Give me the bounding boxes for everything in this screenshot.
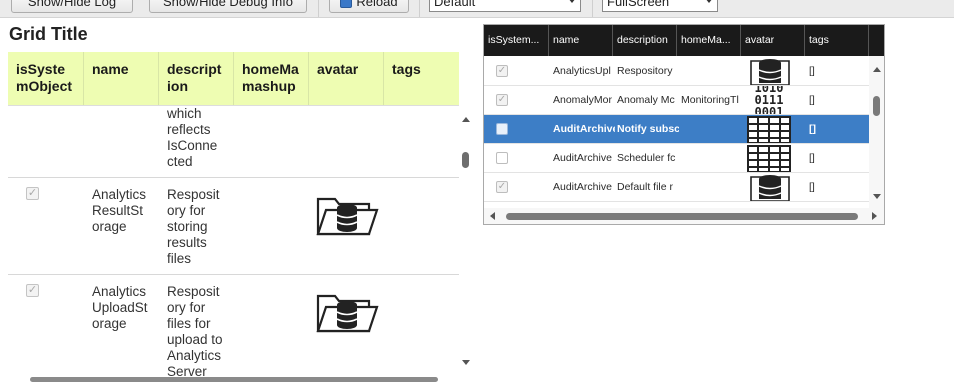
row-name: AnomalyMor <box>553 94 612 106</box>
issystemobject-checkbox[interactable] <box>496 123 508 135</box>
row-description: Default file r <box>617 181 674 193</box>
binary-icon: 1010 0111 0001 <box>755 86 784 114</box>
issystemobject-checkbox[interactable]: ✓ <box>496 65 508 77</box>
scroll-left-icon[interactable] <box>490 212 495 220</box>
folder-database-icon <box>316 294 379 333</box>
database-icon <box>750 175 790 201</box>
table-row-selected[interactable]: AuditArchive Notify subsc [] <box>484 115 869 144</box>
row-tags: [] <box>809 94 815 106</box>
row-tags: [] <box>809 152 815 164</box>
column-header-description[interactable]: descript ion <box>159 52 234 105</box>
column-header-tags[interactable]: tags <box>384 52 459 105</box>
row-description: Resposit ory for storing results files <box>167 187 220 266</box>
table-row[interactable]: ✓ AuditArchive Default file r [] <box>484 173 869 202</box>
right-grid-header: isSystem... name description homeMa... a… <box>484 25 884 56</box>
issystemobject-checkbox[interactable]: ✓ <box>26 187 39 200</box>
header-corner <box>869 25 884 56</box>
row-tags: [] <box>809 65 815 77</box>
column-header-avatar[interactable]: avatar <box>741 25 805 56</box>
mode-select-value: FullScreen <box>607 0 670 9</box>
grid-icon <box>747 145 791 172</box>
database-icon <box>750 59 790 85</box>
show-hide-log-button[interactable]: Show/Hide Log <box>11 0 133 13</box>
row-name: AuditArchive <box>553 181 612 193</box>
row-tags: [] <box>809 181 815 193</box>
column-header-homemashup[interactable]: homeMa mashup <box>234 52 309 105</box>
scroll-down-icon[interactable] <box>873 194 881 199</box>
right-grid: isSystem... name description homeMa... a… <box>483 24 885 225</box>
grid-icon <box>747 116 791 143</box>
table-row[interactable]: ✓ AnalyticsUpl Respository [] <box>484 57 869 86</box>
reload-icon <box>340 0 353 9</box>
column-header-tags[interactable]: tags <box>805 25 869 56</box>
row-description: Scheduler fc <box>617 152 676 164</box>
scroll-up-icon[interactable] <box>462 117 470 122</box>
table-row[interactable]: which reflects IsConne cted <box>8 106 459 178</box>
table-row[interactable]: AuditArchive Scheduler fc [] <box>484 144 869 173</box>
row-description: Anomaly Mc <box>617 94 675 106</box>
scroll-right-icon[interactable] <box>872 212 877 220</box>
row-description: which reflects IsConne cted <box>167 106 218 169</box>
column-header-issystemobject[interactable]: isSystem... <box>484 25 549 56</box>
left-grid-body: which reflects IsConne cted ✓ Analytics … <box>8 105 459 377</box>
toolbar-divider <box>592 0 593 17</box>
scrollbar-thumb[interactable] <box>462 152 469 168</box>
row-description: Notify subsc <box>617 123 679 135</box>
reload-button[interactable]: Reload <box>329 0 409 13</box>
scroll-down-icon[interactable] <box>462 360 470 365</box>
table-row[interactable]: ✓ AnomalyMor Anomaly Mc MonitoringTl 101… <box>484 86 869 115</box>
issystemobject-checkbox[interactable] <box>496 152 508 164</box>
column-header-homemashup[interactable]: homeMa... <box>677 25 741 56</box>
right-grid-vertical-scrollbar[interactable] <box>869 56 884 208</box>
column-header-description[interactable]: description <box>613 25 677 56</box>
row-name: AuditArchive <box>553 152 612 164</box>
column-header-name[interactable]: name <box>549 25 613 56</box>
row-name: AnalyticsUpl <box>553 65 611 77</box>
reload-label: Reload <box>356 0 398 9</box>
left-grid-horizontal-scrollbar[interactable] <box>30 377 438 382</box>
grid-title: Grid Title <box>9 24 88 44</box>
row-description: Resposit ory for files for upload to Ana… <box>167 284 223 377</box>
table-row[interactable]: ✓ Analytics UploadSt orage Resposit ory … <box>8 275 459 377</box>
toolbar-divider <box>419 0 420 17</box>
svg-text:0001: 0001 <box>755 105 784 114</box>
chevron-down-icon <box>568 0 576 3</box>
row-name: Analytics UploadSt orage <box>92 284 148 331</box>
column-header-avatar[interactable]: avatar <box>309 52 384 105</box>
folder-database-icon <box>316 197 379 236</box>
mode-select[interactable]: FullScreen <box>602 0 718 12</box>
chevron-down-icon <box>705 0 713 3</box>
column-header-name[interactable]: name <box>84 52 159 105</box>
row-description: Respository <box>617 65 673 77</box>
column-header-issystemobject[interactable]: isSyste mObject <box>8 52 84 105</box>
theme-select-value: Default <box>434 0 476 9</box>
issystemobject-checkbox[interactable]: ✓ <box>26 284 39 297</box>
left-grid-header: isSyste mObject name descript ion homeMa… <box>8 52 459 105</box>
top-toolbar: Show/Hide Log Show/Hide Debug Info Reloa… <box>0 0 954 18</box>
toolbar-divider <box>318 0 319 17</box>
issystemobject-checkbox[interactable]: ✓ <box>496 181 508 193</box>
theme-select[interactable]: Default <box>429 0 581 12</box>
table-row[interactable]: ✓ Analytics ResultSt orage Resposit ory … <box>8 178 459 275</box>
row-name: Analytics ResultSt orage <box>92 187 147 234</box>
show-hide-debug-button[interactable]: Show/Hide Debug Info <box>149 0 307 13</box>
row-tags: [] <box>809 123 816 135</box>
right-grid-horizontal-scrollbar[interactable] <box>484 208 884 224</box>
scroll-up-icon[interactable] <box>873 67 881 72</box>
row-name: AuditArchive <box>553 123 615 135</box>
issystemobject-checkbox[interactable]: ✓ <box>496 94 508 106</box>
left-grid-vertical-scrollbar[interactable] <box>459 105 472 370</box>
row-homemashup: MonitoringTl <box>681 94 739 106</box>
scrollbar-thumb[interactable] <box>873 96 880 116</box>
scrollbar-thumb[interactable] <box>506 213 858 220</box>
